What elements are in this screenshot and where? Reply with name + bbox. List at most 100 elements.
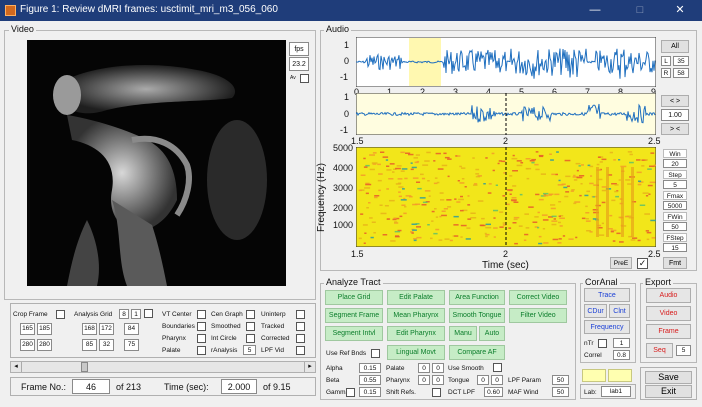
compare-af-button[interactable]: Compare AF [449,345,505,360]
manu-button[interactable]: Manu [449,326,477,341]
grid-val-5[interactable]: 32 [99,339,114,351]
correl-field[interactable]: 0.8 [613,350,630,360]
palate-checkbox[interactable] [197,346,206,355]
ntr-checkbox[interactable] [598,339,607,348]
grid-val-2[interactable]: 172 [99,323,114,335]
grid-val-3[interactable]: 84 [124,323,139,335]
fwin-field[interactable]: 50 [663,222,687,231]
palate-shift-y[interactable]: 0 [432,363,444,373]
grid-checkbox[interactable] [144,309,153,318]
area-function-button[interactable]: Area Function [449,290,505,305]
pre-emphasis-checkbox[interactable]: ✓ [637,258,648,269]
zoom-waveform[interactable] [356,93,656,135]
coranal-yellow-button-2[interactable] [608,369,632,382]
segment-intvl-button[interactable]: Segment Intvl [325,326,383,341]
lab-field[interactable]: lab1 [601,386,631,397]
full-waveform[interactable] [356,37,656,87]
corrected-checkbox[interactable] [296,334,305,343]
slider-right-arrow[interactable]: ▸ [304,362,315,372]
lpf-vid-checkbox[interactable] [296,346,305,355]
tongue-shift-y[interactable]: 0 [491,375,503,385]
r-field[interactable]: 58 [673,68,689,78]
step-field[interactable]: 5 [663,180,687,189]
edit-palate-button[interactable]: Edit Palate [387,290,445,305]
grid-val-6[interactable]: 75 [124,339,139,351]
edit-pharynx-button[interactable]: Edit Pharynx [387,326,445,341]
maf-wind-field[interactable]: 50 [552,387,569,397]
time-field[interactable]: 2.000 [221,379,257,394]
gamma-checkbox[interactable] [346,388,355,397]
crop-x2[interactable]: 280 [20,339,35,351]
beta-field[interactable]: 0.55 [359,375,381,385]
tongue-shift-x[interactable]: 0 [477,375,489,385]
crop-x1[interactable]: 165 [20,323,35,335]
ntr-field[interactable]: 1 [613,338,630,348]
export-audio-button[interactable]: Audio [646,288,691,303]
cdur-button[interactable]: CDur [584,304,607,318]
grid-a[interactable]: 8 [119,309,129,319]
exit-button[interactable]: Exit [645,385,692,398]
frame-field[interactable]: 46 [72,379,110,394]
crop-y2[interactable]: 280 [37,339,52,351]
pharynx-checkbox[interactable] [197,334,206,343]
fstep-field[interactable]: 15 [663,243,687,252]
grid-b[interactable]: 1 [131,309,141,319]
clnt-button[interactable]: Clnt [609,304,630,318]
crop-y1[interactable]: 185 [37,323,52,335]
close-button[interactable]: ✕ [660,2,700,19]
export-seq-button[interactable]: Seq [646,343,673,358]
trace-button[interactable]: Trace [584,288,630,302]
alpha-field[interactable]: 0.15 [359,363,381,373]
zoom-in-button[interactable]: > < [661,123,689,135]
boundaries-checkbox[interactable] [197,322,206,331]
fmax-field[interactable]: 5000 [663,201,687,210]
l-field[interactable]: 35 [673,56,689,66]
slider-left-arrow[interactable]: ◂ [11,362,22,372]
correct-video-button[interactable]: Correct Video [509,290,567,305]
frequency-button[interactable]: Frequency [584,320,630,334]
save-button[interactable]: Save [645,371,692,384]
av-checkbox[interactable] [300,74,309,83]
smooth-tongue-button[interactable]: Smooth Tongue [449,308,505,323]
fps-field[interactable]: 23.2 [289,57,309,71]
shift-refs-checkbox[interactable] [432,388,441,397]
zoom-out-button[interactable]: < > [661,95,689,107]
use-smooth-checkbox[interactable] [493,363,502,372]
pharynx-shift-x[interactable]: 0 [418,375,430,385]
segment-frame-button[interactable]: Segment Frame [325,308,383,323]
ranalysis-field[interactable]: 5 [243,345,256,355]
uninterp-checkbox[interactable] [296,310,305,319]
export-video-button[interactable]: Video [646,306,691,321]
mri-frame[interactable] [27,40,286,286]
fmt-button[interactable]: Fmt [663,257,687,269]
coranal-yellow-button-1[interactable] [582,369,606,382]
vt-center-checkbox[interactable] [197,310,206,319]
lingual-movt-button[interactable]: Lingual Movt [387,345,445,360]
zoom-field[interactable]: 1.00 [661,109,689,121]
pre-emphasis-button[interactable]: PreE [610,257,632,269]
seq-field[interactable]: 5 [676,345,691,356]
auto-button[interactable]: Auto [479,326,505,341]
filter-video-button[interactable]: Filter Video [509,308,567,323]
all-button[interactable]: All [661,40,689,53]
export-frame-button[interactable]: Frame [646,324,691,339]
cen-graph-checkbox[interactable] [246,310,255,319]
use-ref-checkbox[interactable] [371,349,380,358]
crop-frame-checkbox[interactable] [56,310,65,319]
palate-shift-x[interactable]: 0 [418,363,430,373]
place-grid-button[interactable]: Place Grid [325,290,383,305]
pharynx-shift-y[interactable]: 0 [432,375,444,385]
gamma-field[interactable]: 0.15 [359,387,381,397]
lpf-param-field[interactable]: 50 [552,375,569,385]
tracked-checkbox[interactable] [296,322,305,331]
int-circle-checkbox[interactable] [246,334,255,343]
slider-thumb[interactable] [80,362,88,372]
maximize-button[interactable]: □ [620,2,660,19]
mean-pharynx-button[interactable]: Mean Pharynx [387,308,445,323]
frame-slider[interactable]: ◂ ▸ [10,361,316,373]
grid-val-1[interactable]: 168 [82,323,97,335]
spectrogram[interactable] [356,147,656,247]
smoothed-checkbox[interactable] [246,322,255,331]
dct-lpf-field[interactable]: 0.60 [484,387,503,397]
win-field[interactable]: 20 [663,159,687,168]
